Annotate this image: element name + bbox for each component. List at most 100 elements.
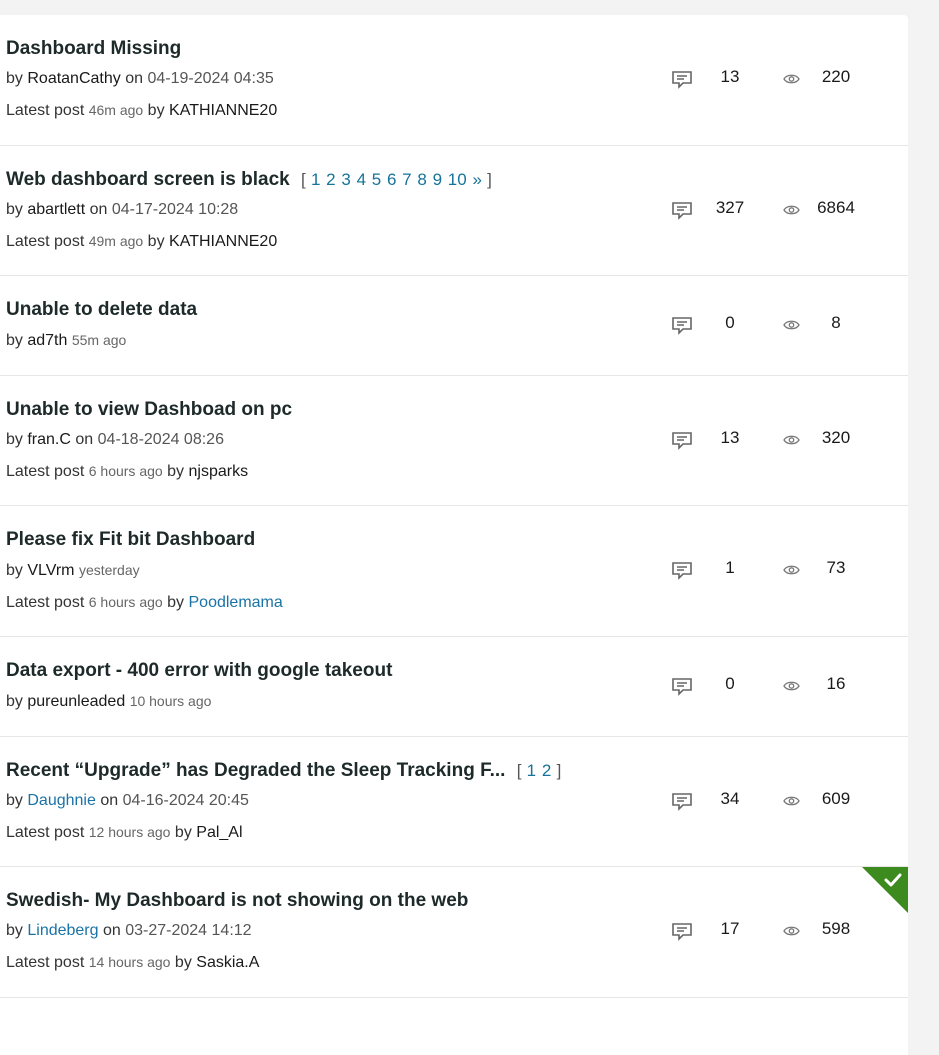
eye-icon — [783, 74, 800, 84]
view-count: 320 — [821, 428, 851, 447]
topic-row: Recent “Upgrade” has Degraded the Sleep … — [0, 737, 908, 867]
post-time: yesterday — [78, 562, 140, 578]
page-link[interactable]: 3 — [341, 170, 350, 189]
eye-icon — [783, 796, 800, 806]
reply-count: 0 — [725, 313, 735, 332]
latest-post-time: 46m ago — [88, 102, 144, 118]
topic-author-line: by fran.C on 04-18-2024 08:26 — [6, 431, 224, 448]
topic-author-line: by ad7th 55m ago — [6, 332, 127, 349]
author-link[interactable]: ad7th — [27, 332, 67, 349]
reply-count: 0 — [725, 674, 735, 693]
latest-post-time: 14 hours ago — [88, 954, 171, 970]
post-date: 04-16-2024 20:45 — [122, 792, 249, 809]
author-link[interactable]: Daughnie — [27, 792, 96, 809]
eye-icon — [783, 435, 800, 445]
latest-post-user[interactable]: Pal_Al — [196, 824, 242, 841]
view-count: 220 — [821, 67, 851, 86]
next-pages-link[interactable]: » — [472, 170, 481, 189]
topic-title[interactable]: Recent “Upgrade” has Degraded the Sleep … — [6, 760, 505, 781]
reply-icon — [672, 562, 692, 580]
author-link[interactable]: pureunleaded — [27, 693, 125, 710]
topic-row: Unable to delete data by ad7th 55m ago 0… — [0, 276, 908, 376]
latest-post-user[interactable]: njsparks — [189, 463, 249, 480]
topic-row: Web dashboard screen is black [ 1 2 3 4 … — [0, 146, 908, 276]
eye-icon — [783, 681, 800, 691]
page-link[interactable]: 2 — [542, 761, 551, 780]
latest-post-line: Latest post 49m ago by KATHIANNE20 — [6, 233, 278, 250]
post-date: 04-19-2024 04:35 — [147, 70, 274, 87]
post-time: 10 hours ago — [129, 693, 212, 709]
topic-author-line: by Daughnie on 04-16-2024 20:45 — [6, 792, 249, 809]
page-link[interactable]: 10 — [448, 170, 467, 189]
eye-icon — [783, 320, 800, 330]
reply-icon — [672, 678, 692, 696]
topic-title[interactable]: Dashboard Missing — [6, 37, 648, 61]
view-count: 73 — [826, 558, 846, 577]
topic-title[interactable]: Please fix Fit bit Dashboard — [6, 528, 648, 552]
reply-count: 327 — [715, 198, 745, 217]
topic-title[interactable]: Swedish- My Dashboard is not showing on … — [6, 889, 648, 913]
topic-title[interactable]: Unable to view Dashboad on pc — [6, 398, 648, 422]
latest-post-time: 6 hours ago — [88, 594, 163, 610]
topic-author-line: by pureunleaded 10 hours ago — [6, 693, 212, 710]
topic-row: Dashboard Missing by RoatanCathy on 04-1… — [0, 15, 908, 146]
topic-author-line: by abartlett on 04-17-2024 10:28 — [6, 201, 239, 218]
author-link[interactable]: fran.C — [27, 431, 71, 448]
view-count: 598 — [821, 919, 851, 938]
page-links: [ 1 2 ] — [516, 761, 562, 780]
latest-post-line: Latest post 12 hours ago by Pal_Al — [6, 824, 243, 841]
latest-post-time: 12 hours ago — [88, 824, 171, 840]
page-link[interactable]: 7 — [402, 170, 411, 189]
eye-icon — [783, 565, 800, 575]
latest-post-line: Latest post 6 hours ago by Poodlemama — [6, 594, 283, 611]
latest-post-line: Latest post 46m ago by KATHIANNE20 — [6, 102, 278, 119]
page-link[interactable]: 1 — [527, 761, 536, 780]
post-time: 55m ago — [71, 332, 127, 348]
reply-icon — [672, 793, 692, 811]
reply-count: 13 — [720, 67, 740, 86]
latest-post-line: Latest post 6 hours ago by njsparks — [6, 463, 249, 480]
latest-post-line: Latest post 14 hours ago by Saskia.A — [6, 954, 260, 971]
latest-post-user[interactable]: KATHIANNE20 — [169, 102, 277, 119]
reply-icon — [672, 432, 692, 450]
topic-list: Dashboard Missing by RoatanCathy on 04-1… — [0, 15, 908, 1055]
reply-count: 13 — [720, 428, 740, 447]
page-link[interactable]: 9 — [433, 170, 442, 189]
post-date: 04-18-2024 08:26 — [97, 431, 224, 448]
author-link[interactable]: Lindeberg — [27, 922, 98, 939]
page-link[interactable]: 8 — [417, 170, 426, 189]
topic-title[interactable]: Web dashboard screen is black — [6, 169, 290, 190]
page-links: [ 1 2 3 4 5 6 7 8 9 10 » ] — [300, 170, 492, 189]
reply-icon — [672, 317, 692, 335]
reply-count: 1 — [725, 558, 735, 577]
view-count: 609 — [821, 789, 851, 808]
page-link[interactable]: 1 — [311, 170, 320, 189]
eye-icon — [783, 205, 800, 215]
reply-icon — [672, 202, 692, 220]
reply-icon — [672, 923, 692, 941]
latest-post-user[interactable]: Poodlemama — [189, 594, 283, 611]
page-link[interactable]: 2 — [326, 170, 335, 189]
latest-post-user[interactable]: Saskia.A — [196, 954, 259, 971]
topic-author-line: by VLVrm yesterday — [6, 562, 140, 579]
latest-post-user[interactable]: KATHIANNE20 — [169, 233, 277, 250]
latest-post-time: 49m ago — [88, 233, 144, 249]
author-link[interactable]: RoatanCathy — [27, 70, 120, 87]
topic-title[interactable]: Unable to delete data — [6, 298, 648, 322]
topic-row: Data export - 400 error with google take… — [0, 637, 908, 737]
topic-row: Unable to view Dashboad on pc by fran.C … — [0, 376, 908, 506]
reply-count: 17 — [720, 919, 740, 938]
page-link[interactable]: 4 — [357, 170, 366, 189]
author-link[interactable]: VLVrm — [27, 562, 74, 579]
solved-checkmark-icon — [862, 867, 908, 913]
page-link[interactable]: 6 — [387, 170, 396, 189]
topic-row: Please fix Fit bit Dashboard by VLVrm ye… — [0, 506, 908, 637]
topic-author-line: by RoatanCathy on 04-19-2024 04:35 — [6, 70, 274, 87]
page-link[interactable]: 5 — [372, 170, 381, 189]
author-link[interactable]: abartlett — [27, 201, 85, 218]
topic-title[interactable]: Data export - 400 error with google take… — [6, 659, 648, 683]
latest-post-time: 6 hours ago — [88, 463, 163, 479]
view-count: 6864 — [817, 198, 855, 217]
post-date: 03-27-2024 14:12 — [125, 922, 252, 939]
eye-icon — [783, 926, 800, 936]
